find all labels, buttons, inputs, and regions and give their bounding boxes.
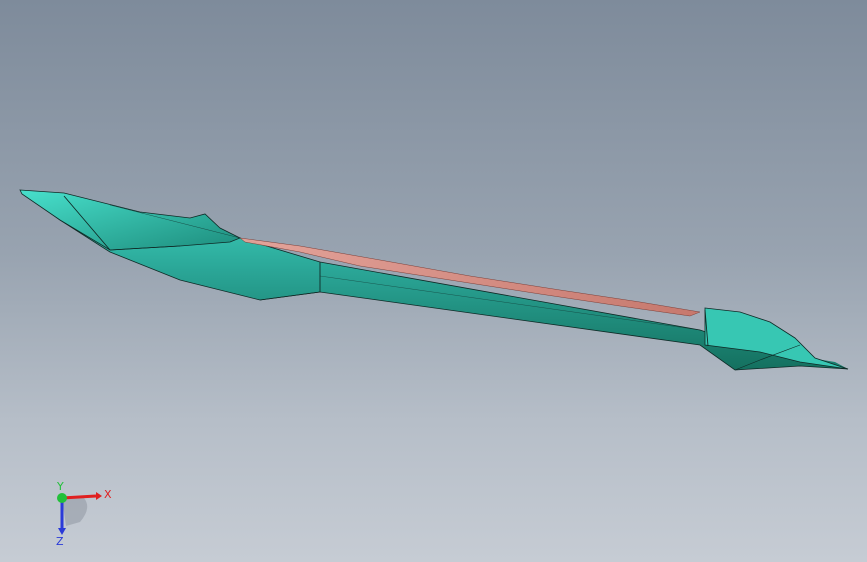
x-axis-arrow xyxy=(61,494,97,500)
triad-shadow xyxy=(62,498,88,526)
hull-model[interactable] xyxy=(0,0,867,562)
x-axis-arrowhead xyxy=(96,492,102,500)
coordinate-triad: X Y Z xyxy=(56,480,112,548)
hull-bow-surface xyxy=(19,189,241,251)
x-axis-label: X xyxy=(104,488,112,501)
graphics-viewport[interactable]: X Y Z xyxy=(0,0,867,562)
y-axis-marker xyxy=(57,493,67,503)
y-axis-label: Y xyxy=(56,480,64,493)
z-axis-arrowhead xyxy=(58,528,66,535)
z-axis-label: Z xyxy=(56,535,64,548)
